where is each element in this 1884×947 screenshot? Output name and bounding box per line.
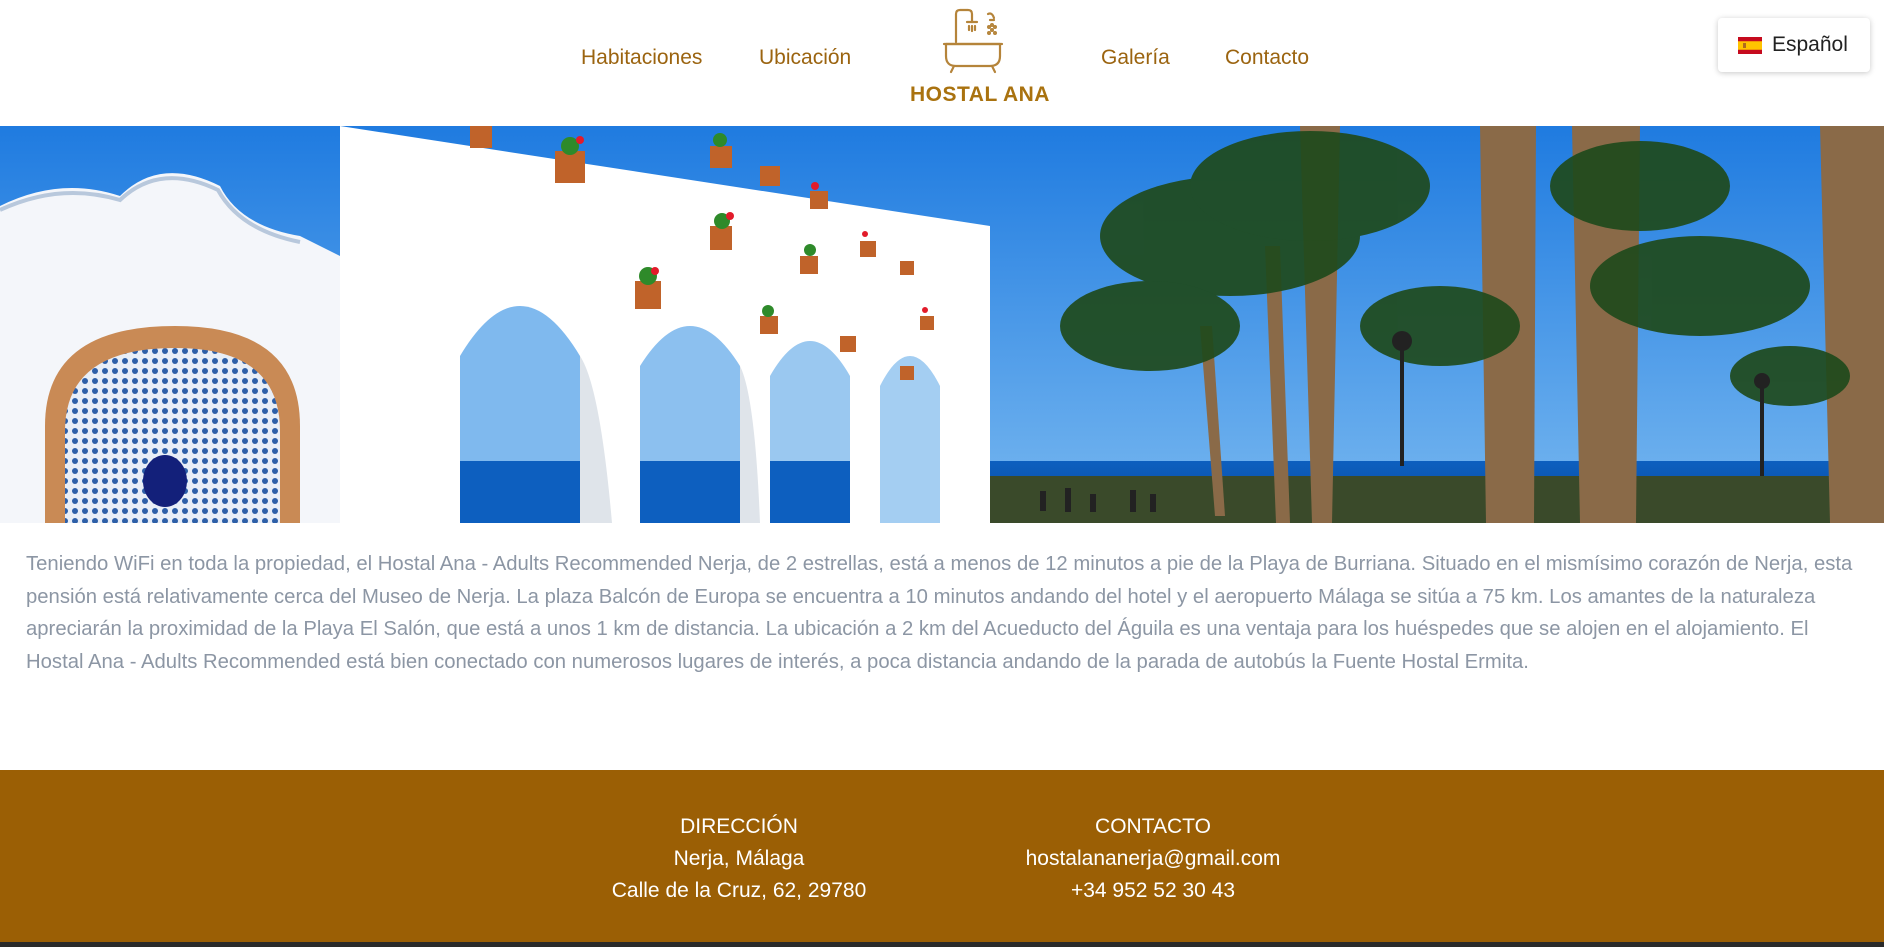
address-title: DIRECCIÓN xyxy=(680,815,798,838)
contact-phone[interactable]: +34 952 52 30 43 xyxy=(1003,875,1303,907)
bathtub-shower-icon xyxy=(942,8,1004,74)
language-label: Español xyxy=(1772,33,1848,56)
contact-title: CONTACTO xyxy=(1095,815,1211,838)
nav-link-ubicacion[interactable]: Ubicación xyxy=(759,46,851,70)
footer-contact: CONTACTO hostalananerja@gmail.com +34 95… xyxy=(1003,811,1303,907)
site-footer: DIRECCIÓN Nerja, Málaga Calle de la Cruz… xyxy=(0,770,1884,942)
address-city: Nerja, Málaga xyxy=(673,847,805,870)
footer-bottom-bar xyxy=(0,942,1884,947)
address-street: Calle de la Cruz, 62, 29780 xyxy=(611,879,867,902)
footer-address: DIRECCIÓN Nerja, Málaga Calle de la Cruz… xyxy=(589,811,889,907)
logo-text: HOSTAL ANA xyxy=(910,83,1050,106)
hero-image xyxy=(0,126,1884,523)
hostel-description: Teniendo WiFi en toda la propiedad, el H… xyxy=(26,553,1853,673)
nav-link-galeria[interactable]: Galería xyxy=(1101,46,1170,70)
site-logo[interactable]: HOSTAL ANA xyxy=(900,8,1060,112)
contact-email[interactable]: hostalananerja@gmail.com xyxy=(1003,843,1303,875)
nav-link-habitaciones[interactable]: Habitaciones xyxy=(581,46,702,70)
spain-flag-icon xyxy=(1738,36,1762,54)
site-header: Habitaciones Ubicación HOSTAL ANA Galerí… xyxy=(0,0,1884,126)
language-selector[interactable]: Español xyxy=(1718,18,1870,72)
nav-link-contacto[interactable]: Contacto xyxy=(1225,46,1309,70)
